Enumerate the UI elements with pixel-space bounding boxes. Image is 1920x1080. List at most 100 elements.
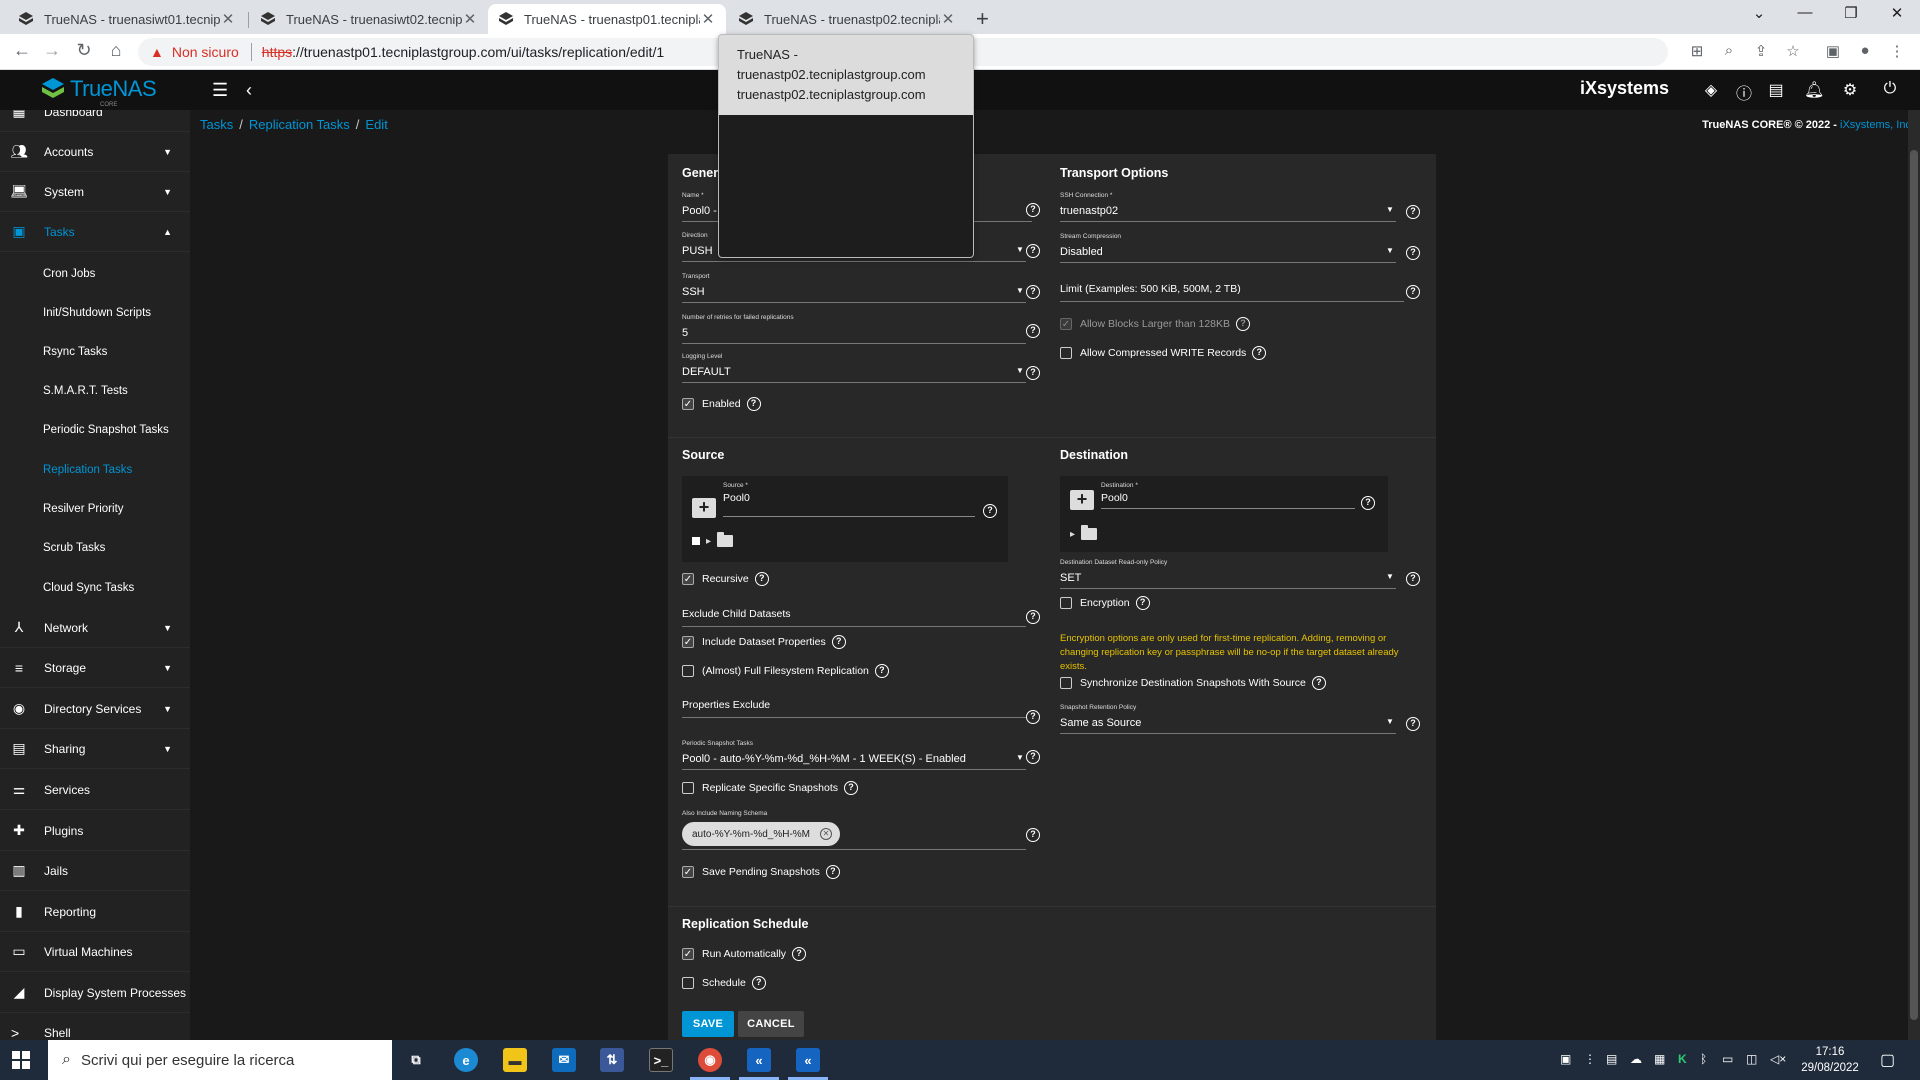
help-icon[interactable]: ?	[1406, 246, 1420, 260]
close-tab-icon[interactable]: ✕	[462, 10, 478, 28]
sidebar-item-accounts[interactable]: 👥︎ Accounts ▼	[0, 132, 190, 172]
new-tab-button[interactable]: +	[976, 6, 989, 32]
info-icon[interactable]: ⓘ	[1734, 80, 1754, 103]
close-tab-icon[interactable]: ✕	[220, 10, 236, 28]
sidebar-item-plugins[interactable]: ✚ Plugins	[0, 811, 190, 851]
full-filesystem-replication-checkbox[interactable]: (Almost) Full Filesystem Replication ?	[682, 664, 889, 678]
settings-gear-icon[interactable]: ⚙	[1840, 80, 1860, 100]
help-icon[interactable]: ?	[1026, 244, 1040, 258]
profile-avatar-icon[interactable]: ●	[1854, 42, 1876, 59]
truenas-logo[interactable]: TrueNAS CORE	[40, 76, 157, 108]
help-icon[interactable]: ?	[1135, 596, 1150, 610]
properties-exclude-field[interactable]: Properties Exclude	[682, 694, 1026, 718]
home-icon[interactable]: ⌂	[104, 40, 128, 61]
tab-search-icon[interactable]: ⌄	[1744, 4, 1774, 22]
close-tab-icon[interactable]: ✕	[940, 10, 956, 28]
help-icon[interactable]: ?	[754, 572, 769, 586]
tray-app-icon[interactable]: ▦	[1654, 1052, 1665, 1066]
cancel-button[interactable]: CANCEL	[738, 1011, 804, 1037]
exclude-child-datasets-field[interactable]: Exclude Child Datasets	[682, 603, 1026, 627]
terminal-app-icon[interactable]: >_	[649, 1048, 673, 1072]
sidebar-subitem-smart[interactable]: S.M.A.R.T. Tests	[0, 371, 190, 411]
help-icon[interactable]: ?	[1026, 828, 1040, 842]
menu-toggle-icon[interactable]: ☰	[212, 80, 228, 101]
remove-chip-icon[interactable]: ✕	[820, 828, 832, 840]
save-pending-snapshots-checkbox[interactable]: ✓ Save Pending Snapshots ?	[682, 865, 840, 879]
sidebar-subitem-rsync[interactable]: Rsync Tasks	[0, 332, 190, 372]
reload-button[interactable]: ↻	[72, 40, 96, 61]
scrollbar-thumb[interactable]	[1910, 150, 1918, 1020]
source-value[interactable]: Pool0	[723, 492, 750, 504]
help-icon[interactable]: ?	[1311, 676, 1326, 690]
help-icon[interactable]: ?	[1406, 572, 1420, 586]
truecommand-icon[interactable]: ◈	[1701, 80, 1721, 100]
sidebar-item-network[interactable]: ⅄ Network ▼	[0, 608, 190, 648]
tray-app-icon[interactable]: ▣	[1560, 1052, 1571, 1066]
breadcrumb-replication-tasks[interactable]: Replication Tasks	[249, 117, 350, 132]
wifi-network-icon[interactable]: ◫	[1746, 1052, 1757, 1066]
sidebar-subitem-cloud-sync[interactable]: Cloud Sync Tasks	[0, 568, 190, 608]
sidebar-subitem-scrub[interactable]: Scrub Tasks	[0, 528, 190, 568]
zoom-icon[interactable]: ⌕	[1718, 42, 1740, 59]
breadcrumb-tasks[interactable]: Tasks	[200, 117, 233, 132]
forward-button[interactable]: →	[40, 40, 64, 61]
encryption-checkbox[interactable]: Encryption ?	[1060, 596, 1150, 610]
include-dataset-properties-checkbox[interactable]: ✓ Include Dataset Properties ?	[682, 635, 846, 649]
help-icon[interactable]: ?	[983, 504, 997, 518]
file-explorer-icon[interactable]: ▬	[503, 1048, 527, 1072]
sidebar-item-dashboard[interactable]: ▦ Dashboard	[0, 110, 190, 132]
sidebar-item-shell[interactable]: >_ Shell	[0, 1013, 190, 1041]
add-folder-icon[interactable]: +	[1070, 490, 1094, 510]
readonly-policy-select[interactable]: Destination Dataset Read-only Policy SET…	[1060, 559, 1396, 589]
back-button[interactable]: ←	[10, 40, 34, 61]
retries-field[interactable]: Number of retries for failed replication…	[682, 314, 1026, 344]
sidebar-item-system[interactable]: 💻︎ System ▼	[0, 172, 190, 212]
destination-tree-node[interactable]: ▸	[1070, 525, 1098, 540]
taskbar-search-box[interactable]: ⌕ Scrivi qui per eseguire la ricerca	[48, 1040, 392, 1080]
bluetooth-icon[interactable]: ᛒ	[1700, 1052, 1707, 1066]
tasks-list-icon[interactable]: ▤	[1766, 80, 1786, 100]
source-tree-node[interactable]: ▸	[692, 532, 734, 547]
sidebar-item-virtual-machines[interactable]: ▭ Virtual Machines	[0, 932, 190, 972]
system-clock[interactable]: 17:16 29/08/2022	[1800, 1044, 1860, 1076]
help-icon[interactable]: ?	[1026, 285, 1040, 299]
windows-start-icon[interactable]	[12, 1051, 30, 1069]
help-icon[interactable]: ?	[1026, 710, 1040, 724]
sidebar-item-sharing[interactable]: ▤ Sharing ▼	[0, 729, 190, 769]
help-icon[interactable]: ?	[746, 397, 761, 411]
share-icon[interactable]: ⇪	[1750, 42, 1772, 60]
help-icon[interactable]: ?	[1026, 610, 1040, 624]
edge-browser-icon[interactable]: e	[454, 1048, 478, 1072]
enabled-checkbox[interactable]: ✓ Enabled ?	[682, 397, 761, 411]
sidebar-subitem-init-shutdown[interactable]: Init/Shutdown Scripts	[0, 293, 190, 333]
side-panel-icon[interactable]: ▣	[1822, 42, 1844, 60]
ixsystems-logo[interactable]: iXsystems	[1580, 78, 1669, 99]
stream-compression-select[interactable]: Stream Compression Disabled ▼	[1060, 233, 1396, 263]
sidebar-subitem-periodic-snapshot[interactable]: Periodic Snapshot Tasks	[0, 410, 190, 450]
sidebar-item-reporting[interactable]: ▮ Reporting	[0, 892, 190, 932]
help-icon[interactable]: ?	[1361, 496, 1375, 510]
save-button[interactable]: SAVE	[682, 1011, 734, 1037]
sidebar-item-directory-services[interactable]: ◉ Directory Services ▼	[0, 689, 190, 729]
security-status[interactable]: Non sicuro	[172, 44, 239, 60]
browser-tab-active[interactable]: TrueNAS - truenastp01.tecniplast ✕	[488, 4, 726, 34]
notifications-bell-icon[interactable]: 🔔︎	[1804, 80, 1824, 100]
tray-app-icon[interactable]: ▤	[1606, 1052, 1617, 1066]
page-scrollbar[interactable]	[1908, 110, 1920, 1040]
help-icon[interactable]: ?	[1026, 203, 1040, 217]
remote-desktop-icon[interactable]: «	[747, 1048, 771, 1072]
recursive-checkbox[interactable]: ✓ Recursive ?	[682, 572, 769, 586]
sidebar-item-tasks[interactable]: ▣ Tasks ▲	[0, 212, 190, 252]
help-icon[interactable]: ?	[831, 635, 846, 649]
task-view-icon[interactable]: ⧉	[404, 1048, 428, 1072]
sidebar-subitem-resilver[interactable]: Resilver Priority	[0, 489, 190, 529]
tray-cloud-icon[interactable]: ☁	[1630, 1052, 1642, 1066]
help-icon[interactable]: ?	[1026, 366, 1040, 380]
help-icon[interactable]: ?	[844, 781, 858, 795]
periodic-snapshot-tasks-select[interactable]: Periodic Snapshot Tasks Pool0 - auto-%Y-…	[682, 740, 1026, 770]
chrome-browser-icon[interactable]: ◉	[698, 1048, 722, 1072]
help-icon[interactable]: ?	[1026, 750, 1040, 764]
help-icon[interactable]: ?	[825, 865, 840, 879]
copyright-link[interactable]: iXsystems, Inc.	[1840, 119, 1914, 131]
network-tool-icon[interactable]: ⇅	[600, 1048, 624, 1072]
